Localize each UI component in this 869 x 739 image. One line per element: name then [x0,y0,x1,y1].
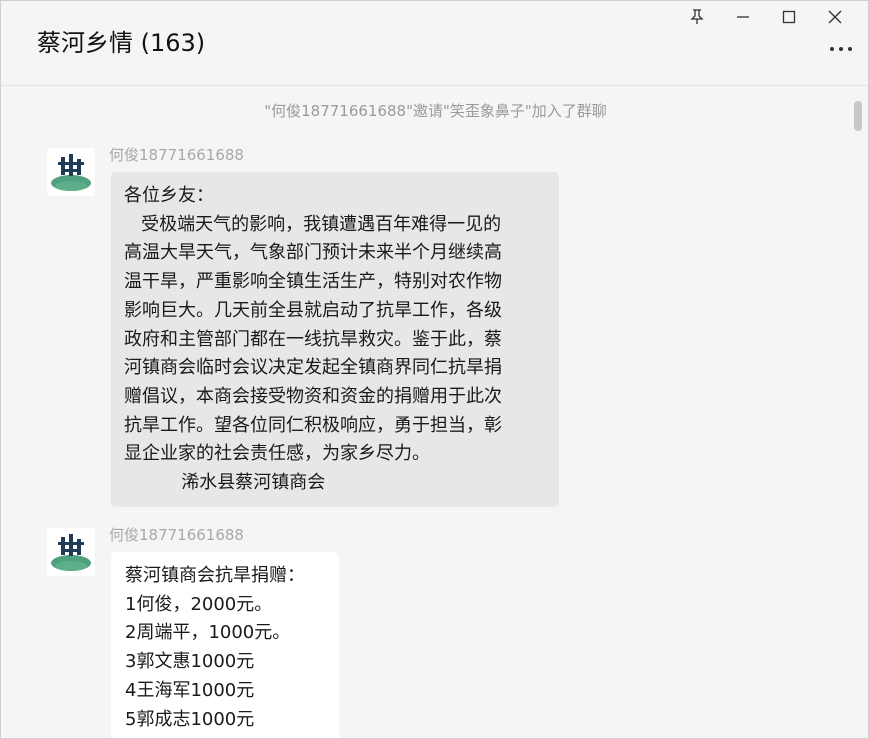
message-line: 受极端天气的影响，我镇遭遇百年难得一见的 [124,213,502,235]
message-line: 5郭成志1000元 [125,708,255,730]
message-line: 2周端平，1000元。 [125,622,291,644]
message-line: 4王海军1000元 [125,679,255,701]
message-line: 温干旱，严重影响全镇生活生产，特别对农作物 [124,271,502,293]
message-line: 影响巨大。几天前全县就启动了抗旱工作，各级 [124,299,502,321]
message-line: 3郭文惠1000元 [125,651,255,673]
message-line: 蔡河镇商会抗旱捐赠： [125,565,305,586]
system-message: "何俊18771661688"邀请"笑歪象鼻子"加入了群聊 [264,102,607,120]
message-bubble[interactable]: 各位乡友： 受极端天气的影响，我镇遭遇百年难得一见的 高温大旱天气，气象部门预计… [111,172,559,507]
vertical-scrollbar[interactable] [852,98,864,733]
more-icon[interactable] [828,39,854,59]
sender-name: 何俊18771661688 [109,146,244,164]
avatar-logo-icon [47,148,95,196]
window-controls [674,3,858,31]
message-line: 高温大旱天气，气象部门预计未来半个月继续高 [124,242,502,264]
message-line: 政府和主管部门都在一线抗旱救灾。鉴于此，蔡 [124,328,502,350]
message-line: 河镇商会临时会议决定发起全镇商界同仁抗旱捐 [124,357,502,379]
message-line: 1何俊，2000元。 [125,593,273,615]
chat-window: 蔡河乡情 (163) "何俊18771661688"邀请"笑歪象鼻子"加入了群聊… [0,0,869,739]
message-line: 各位乡友： [124,185,214,206]
message-line: 显企业家的社会责任感，为家乡尽力。 [124,443,430,465]
message-line: 抗旱工作。望各位同仁积极响应，勇于担当，彰 [124,414,502,436]
message-bubble[interactable]: 蔡河镇商会抗旱捐赠： 1何俊，2000元。 2周端平，1000元。 3郭文惠10… [111,552,339,738]
sender-name: 何俊18771661688 [109,526,244,544]
close-icon[interactable] [812,3,858,31]
sender-avatar[interactable] [47,528,95,576]
maximize-icon[interactable] [766,3,812,31]
scrollbar-thumb[interactable] [854,101,862,131]
sender-avatar[interactable] [47,148,95,196]
message-list[interactable]: "何俊18771661688"邀请"笑歪象鼻子"加入了群聊 何俊18771661… [1,86,868,738]
title-bar: 蔡河乡情 (163) [1,1,868,86]
group-title: 蔡河乡情 (163) [37,29,206,57]
message-line: 赠倡议，本商会接受物资和资金的捐赠用于此次 [124,385,502,407]
message-signature: 浠水县蔡河镇商会 [124,472,326,494]
pin-icon[interactable] [674,3,720,31]
avatar-logo-icon [47,528,95,576]
minimize-icon[interactable] [720,3,766,31]
